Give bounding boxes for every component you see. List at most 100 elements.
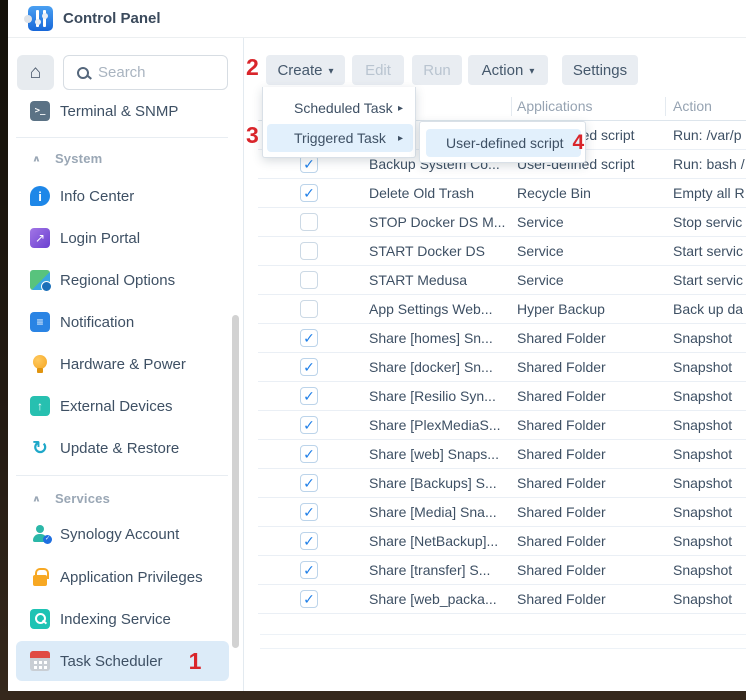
chevron-up-icon: ∧ <box>32 493 41 503</box>
enabled-checkbox-unchecked[interactable] <box>300 242 318 260</box>
terminal-icon: >_ <box>30 101 50 121</box>
enabled-checkbox-checked[interactable]: ✓ <box>300 532 318 550</box>
enabled-checkbox-checked[interactable]: ✓ <box>300 561 318 579</box>
table-row[interactable]: ✓Share [PlexMediaS...Shared FolderSnapsh… <box>258 411 746 440</box>
enabled-checkbox-checked[interactable]: ✓ <box>300 503 318 521</box>
sidebar-scrollbar[interactable] <box>232 315 239 648</box>
submenu-arrow-icon: ▸ <box>398 133 403 144</box>
external-devices-icon: ↑ <box>30 396 50 416</box>
table-row[interactable]: ✓Share [Resilio Syn...Shared FolderSnaps… <box>258 382 746 411</box>
table-row[interactable]: ✓Share [transfer] S...Shared FolderSnaps… <box>258 556 746 585</box>
table-row[interactable]: App Settings Web...Hyper BackupBack up d… <box>258 295 746 324</box>
enabled-checkbox-unchecked[interactable] <box>300 213 318 231</box>
settings-button[interactable]: Settings <box>562 55 638 85</box>
regional-options-icon <box>30 270 50 290</box>
edit-button: Edit <box>352 55 404 85</box>
task-name: Share [Backups] S... <box>369 475 497 491</box>
submenu-arrow-icon: ▸ <box>398 103 403 114</box>
enabled-checkbox-checked[interactable]: ✓ <box>300 329 318 347</box>
enabled-checkbox-unchecked[interactable] <box>300 271 318 289</box>
search-placeholder: Search <box>98 64 146 81</box>
sidebar-item-login-portal[interactable]: ↗Login Portal <box>8 217 244 259</box>
table-row[interactable]: ✓Share [Media] Sna...Shared FolderSnapsh… <box>258 498 746 527</box>
sidebar-item-indexing-service[interactable]: Indexing Service <box>8 598 244 640</box>
synology-account-icon: ✓ <box>30 524 50 544</box>
sidebar-item-info-center[interactable]: iInfo Center <box>8 175 244 217</box>
table-row[interactable]: STOP Docker DS M...ServiceStop servic <box>258 208 746 237</box>
chevron-up-icon: ∧ <box>32 153 41 163</box>
task-name: Share [PlexMediaS... <box>369 417 501 433</box>
table-row[interactable]: ✓Share [NetBackup]...Shared FolderSnapsh… <box>258 527 746 556</box>
sidebar-item-terminal-snmp[interactable]: >_ Terminal & SNMP <box>8 90 244 132</box>
task-application: Shared Folder <box>517 533 606 549</box>
annotation-3: 3 <box>246 122 259 149</box>
enabled-checkbox-checked[interactable]: ✓ <box>300 416 318 434</box>
task-application: Service <box>517 214 564 230</box>
task-application: Shared Folder <box>517 504 606 520</box>
task-scheduler-icon <box>30 651 50 671</box>
table-row[interactable]: ✓Share [web] Snaps...Shared FolderSnapsh… <box>258 440 746 469</box>
sidebar-item-external-devices[interactable]: ↑External Devices <box>8 385 244 427</box>
enabled-checkbox-checked[interactable]: ✓ <box>300 445 318 463</box>
action-button[interactable]: Action▾ <box>468 55 548 85</box>
column-header-applications[interactable]: Applications <box>517 98 593 114</box>
sidebar-item-label: Synology Account <box>60 526 179 543</box>
table-row[interactable]: ✓Share [homes] Sn...Shared FolderSnapsho… <box>258 324 746 353</box>
sidebar-item-task-scheduler[interactable]: Task Scheduler1 <box>8 640 244 682</box>
table-row[interactable]: ✓Delete Old TrashRecycle BinEmpty all R <box>258 179 746 208</box>
sidebar-item-application-privileges[interactable]: Application Privileges <box>8 556 244 598</box>
table-row[interactable]: START Docker DSServiceStart servic <box>258 237 746 266</box>
task-application: Shared Folder <box>517 562 606 578</box>
sidebar-group-label: Services <box>55 491 110 506</box>
hardware-power-icon <box>30 354 50 374</box>
notification-icon: ≡ <box>30 312 50 332</box>
column-header-action[interactable]: Action <box>673 98 712 114</box>
control-panel-window: Control Panel ⌂ Search >_ Terminal & SNMP… <box>8 0 746 691</box>
sidebar-item-label: Task Scheduler <box>60 653 163 670</box>
sidebar-item-regional-options[interactable]: Regional Options <box>8 259 244 301</box>
button-label: Action <box>482 62 524 79</box>
task-action: Snapshot <box>673 330 732 346</box>
task-application: Shared Folder <box>517 446 606 462</box>
sidebar-group-system[interactable]: ∧System <box>8 148 244 168</box>
sidebar-item-label: Hardware & Power <box>60 356 186 373</box>
sidebar-item-label: Terminal & SNMP <box>60 103 178 120</box>
search-input[interactable]: Search <box>63 55 228 90</box>
sidebar-item-label: Update & Restore <box>60 440 179 457</box>
table-row[interactable]: ✓Share [Backups] S...Shared FolderSnapsh… <box>258 469 746 498</box>
create-button[interactable]: Create▾ <box>266 55 345 85</box>
task-action: Snapshot <box>673 359 732 375</box>
task-name: Share [Resilio Syn... <box>369 388 496 404</box>
table-footer-line <box>260 648 746 649</box>
menu-item-scheduled-task[interactable]: Scheduled Task▸ <box>267 94 413 122</box>
sidebar-item-notification[interactable]: ≡Notification <box>8 301 244 343</box>
sidebar-item-synology-account[interactable]: ✓ Synology Account <box>8 513 244 555</box>
sidebar-item-update-restore[interactable]: ↻Update & Restore <box>8 427 244 469</box>
button-label: Settings <box>573 62 627 79</box>
sidebar-item-label: Login Portal <box>60 230 140 247</box>
enabled-checkbox-checked[interactable]: ✓ <box>300 387 318 405</box>
task-name: Share [NetBackup]... <box>369 533 498 549</box>
menu-item-triggered-task[interactable]: Triggered Task▸ <box>267 124 413 152</box>
enabled-checkbox-checked[interactable]: ✓ <box>300 590 318 608</box>
table-row[interactable]: ✓Share [docker] Sn...Shared FolderSnapsh… <box>258 353 746 382</box>
enabled-checkbox-checked[interactable]: ✓ <box>300 474 318 492</box>
table-row[interactable]: START MedusaServiceStart servic <box>258 266 746 295</box>
task-name: Share [web] Snaps... <box>369 446 499 462</box>
table-row[interactable]: ✓Share [web_packa...Shared FolderSnapsho… <box>258 585 746 614</box>
home-button[interactable]: ⌂ <box>17 55 54 90</box>
check-badge-icon: ✓ <box>43 535 52 544</box>
sidebar-group-services[interactable]: ∧ Services <box>8 488 244 508</box>
task-application: Shared Folder <box>517 591 606 607</box>
submenu-item-user-defined-script[interactable]: User-defined script4 <box>426 129 581 157</box>
sidebar-item-hardware-power[interactable]: Hardware & Power <box>8 343 244 385</box>
enabled-checkbox-checked[interactable]: ✓ <box>300 184 318 202</box>
task-action: Snapshot <box>673 388 732 404</box>
sidebar-item-label: Info Center <box>60 188 134 205</box>
enabled-checkbox-unchecked[interactable] <box>300 300 318 318</box>
window-title: Control Panel <box>63 10 161 27</box>
enabled-checkbox-checked[interactable]: ✓ <box>300 358 318 376</box>
task-action: Stop servic <box>673 214 742 230</box>
run-button: Run <box>412 55 462 85</box>
task-action: Snapshot <box>673 562 732 578</box>
